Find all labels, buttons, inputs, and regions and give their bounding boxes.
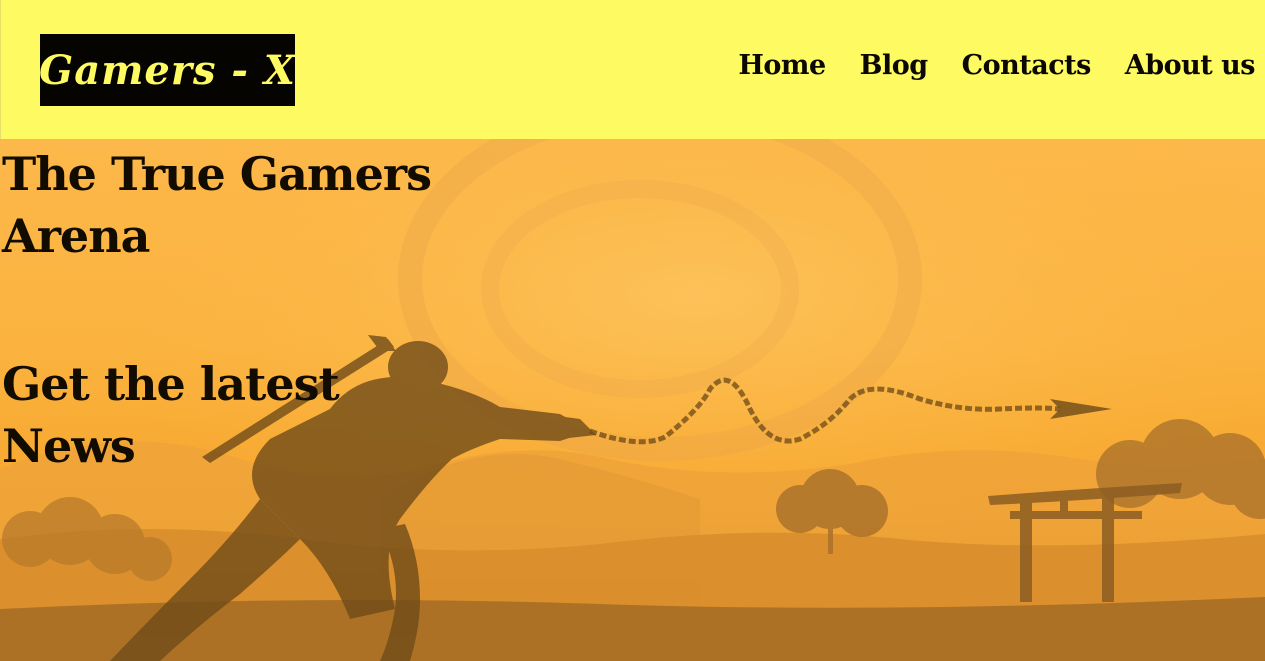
nav-about-link[interactable]: About us [1125,50,1256,81]
logo-text: Gamers - X [39,46,296,94]
nav-contacts-link[interactable]: Contacts [962,50,1092,81]
site-logo[interactable]: Gamers - X [39,34,296,106]
hero-subtitle: Get the latest News [2,357,340,473]
nav-blog-link[interactable]: Blog [860,50,928,81]
hero-section: The True Gamers Arena Get the latest New… [0,139,1265,661]
site-header: Gamers - X Home Blog Contacts About us [0,0,1265,139]
main-nav: Home Blog Contacts About us [738,50,1255,81]
hero-title: The True Gamers Arena [2,147,432,263]
page: Gamers - X Home Blog Contacts About us T… [0,0,1265,661]
nav-home-link[interactable]: Home [738,50,826,81]
